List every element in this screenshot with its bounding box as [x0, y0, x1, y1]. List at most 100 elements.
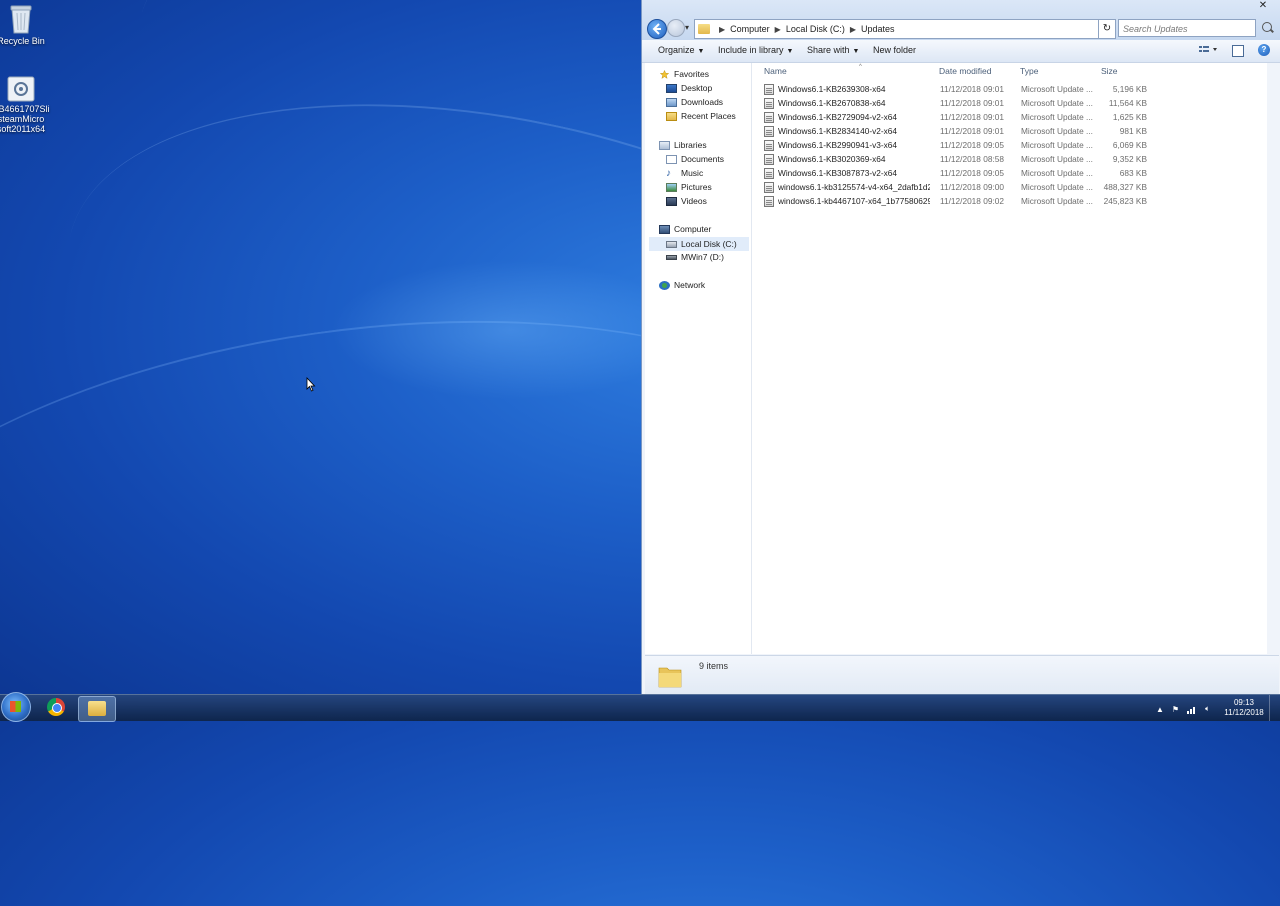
desktop-icon: [666, 83, 677, 93]
folder-icon: [658, 667, 682, 688]
nav-item-music[interactable]: ♪ Music: [666, 168, 703, 178]
taskbar-explorer-button[interactable]: [78, 696, 116, 722]
file-size: 981 KB: [1119, 126, 1147, 136]
file-type: Microsoft Update ...: [1021, 168, 1093, 178]
update-package-icon: [764, 112, 774, 123]
folder-icon: [88, 701, 106, 716]
column-header-type[interactable]: Type: [1020, 66, 1038, 76]
nav-label: Music: [681, 168, 704, 178]
file-row[interactable]: Windows6.1-KB2990941-v3-x64 11/12/2018 0…: [764, 139, 1159, 153]
back-button[interactable]: [647, 19, 667, 39]
nav-item-desktop[interactable]: Desktop: [666, 83, 712, 93]
recent-pages-dropdown-icon[interactable]: ▾: [685, 23, 689, 32]
file-name: Windows6.1-KB2834140-v2-x64: [778, 126, 897, 136]
file-size: 6,069 KB: [1112, 140, 1147, 150]
nav-item-computer[interactable]: Computer: [659, 224, 711, 234]
file-type: Microsoft Update ...: [1021, 182, 1093, 192]
update-package-icon: [764, 168, 774, 179]
new-folder-button[interactable]: New folder: [873, 45, 916, 55]
organize-button[interactable]: Organize ▼: [658, 45, 704, 55]
desktop-icon-label-line: soft2011x64: [0, 124, 46, 134]
column-header-date-modified[interactable]: Date modified: [939, 66, 991, 76]
breadcrumb: ▶ Computer ▶ Local Disk (C:) ▶ Updates: [714, 24, 895, 34]
file-date: 11/12/2018 09:01: [940, 112, 1004, 122]
file-row[interactable]: Windows6.1-KB2729094-v2-x64 11/12/2018 0…: [764, 111, 1159, 125]
file-size: 245,823 KB: [1103, 196, 1147, 206]
update-package-icon: [764, 98, 774, 109]
nav-item-network[interactable]: Network: [659, 280, 705, 290]
nav-item-videos[interactable]: Videos: [666, 196, 707, 206]
chevron-down-icon: ▼: [697, 48, 705, 55]
file-size: 488,327 KB: [1103, 182, 1147, 192]
file-row[interactable]: windows6.1-kb3125574-v4-x64_2dafb1d2... …: [764, 181, 1159, 195]
nav-label: Favorites: [674, 69, 709, 79]
recent-places-icon: [666, 111, 677, 121]
file-date: 11/12/2018 08:58: [940, 154, 1004, 164]
chevron-right-icon[interactable]: ▶: [775, 25, 781, 34]
show-desktop-button[interactable]: [1269, 695, 1280, 721]
chevron-right-icon[interactable]: ▶: [850, 25, 856, 34]
nav-item-libraries[interactable]: Libraries: [659, 140, 707, 150]
breadcrumb-item-local-disk[interactable]: Local Disk (C:): [786, 24, 845, 34]
star-icon: [659, 69, 670, 79]
file-row[interactable]: Windows6.1-KB2639308-x64 11/12/2018 09:0…: [764, 83, 1159, 97]
nav-item-recent-places[interactable]: Recent Places: [666, 111, 736, 121]
action-center-flag-icon[interactable]: ⚑: [1172, 705, 1179, 714]
file-row[interactable]: Windows6.1-KB3087873-v2-x64 11/12/2018 0…: [764, 167, 1159, 181]
file-name: Windows6.1-KB2639308-x64: [778, 84, 886, 94]
nav-item-local-disk[interactable]: Local Disk (C:): [649, 237, 749, 251]
file-name: windows6.1-kb4467107-x64_1b775806295...: [778, 196, 930, 206]
nav-item-downloads[interactable]: Downloads: [666, 97, 723, 107]
file-row[interactable]: Windows6.1-KB3020369-x64 11/12/2018 08:5…: [764, 153, 1159, 167]
nav-label: Computer: [674, 224, 712, 234]
column-header-size[interactable]: Size: [1101, 66, 1118, 76]
file-date: 11/12/2018 09:01: [940, 126, 1004, 136]
taskbar-chrome-button[interactable]: [38, 696, 74, 720]
volume-icon[interactable]: 🔈︎: [1205, 704, 1210, 714]
music-note-icon: ♪: [666, 167, 671, 179]
file-row[interactable]: Windows6.1-KB2834140-v2-x64 11/12/2018 0…: [764, 125, 1159, 139]
breadcrumb-item-updates[interactable]: Updates: [861, 24, 895, 34]
help-icon[interactable]: ?: [1258, 44, 1270, 56]
file-row[interactable]: Windows6.1-KB2670838-x64 11/12/2018 09:0…: [764, 97, 1159, 111]
chrome-icon: [47, 698, 65, 716]
nav-item-mwin7[interactable]: MWin7 (D:): [666, 252, 724, 262]
network-signal-icon[interactable]: [1187, 705, 1197, 714]
share-with-button[interactable]: Share with ▼: [807, 45, 859, 55]
file-type: Microsoft Update ...: [1021, 196, 1093, 206]
forward-button[interactable]: [667, 19, 685, 37]
desktop-icon-recycle-bin[interactable]: Recycle Bin: [0, 4, 58, 46]
videos-icon: [666, 196, 677, 206]
include-in-library-button[interactable]: Include in library ▼: [718, 45, 793, 55]
update-package-icon: [764, 126, 774, 137]
address-bar[interactable]: ▶ Computer ▶ Local Disk (C:) ▶ Updates ▾: [694, 19, 1108, 39]
column-header-name[interactable]: Name ^: [764, 64, 862, 76]
wallpaper-glow: [330, 260, 690, 400]
refresh-button[interactable]: ↻: [1098, 19, 1116, 39]
nav-item-documents[interactable]: Documents: [666, 154, 724, 164]
breadcrumb-item-computer[interactable]: Computer: [730, 24, 770, 34]
preview-pane-icon[interactable]: [1232, 45, 1244, 57]
update-package-icon: [764, 154, 774, 165]
chevron-down-icon: ▼: [786, 48, 794, 55]
file-row[interactable]: windows6.1-kb4467107-x64_1b775806295... …: [764, 195, 1159, 209]
nav-item-favorites[interactable]: Favorites: [659, 69, 709, 79]
details-pane: 9 items: [645, 655, 1279, 694]
close-icon[interactable]: ✕: [1248, 0, 1278, 14]
file-type: Microsoft Update ...: [1021, 84, 1093, 94]
start-button[interactable]: [1, 692, 31, 722]
refresh-icon: ↻: [1102, 23, 1112, 34]
change-view-icon[interactable]: [1198, 44, 1218, 56]
search-input[interactable]: Search Updates: [1118, 19, 1256, 37]
search-icon[interactable]: [1262, 22, 1272, 32]
file-size: 11,564 KB: [1108, 98, 1147, 108]
update-package-icon: [764, 140, 774, 151]
update-package-icon: [764, 84, 774, 95]
taskbar-clock[interactable]: 09:13 11/12/2018: [1222, 698, 1266, 718]
nav-label: MWin7 (D:): [681, 252, 724, 262]
hard-drive-icon: [666, 240, 677, 248]
nav-item-pictures[interactable]: Pictures: [666, 182, 712, 192]
show-hidden-icons-icon[interactable]: ▲: [1156, 705, 1164, 714]
desktop-icon-kb-package[interactable]: KB4661707Sli steamMicro soft2011x64: [0, 76, 58, 134]
clock-time: 09:13: [1233, 698, 1255, 707]
